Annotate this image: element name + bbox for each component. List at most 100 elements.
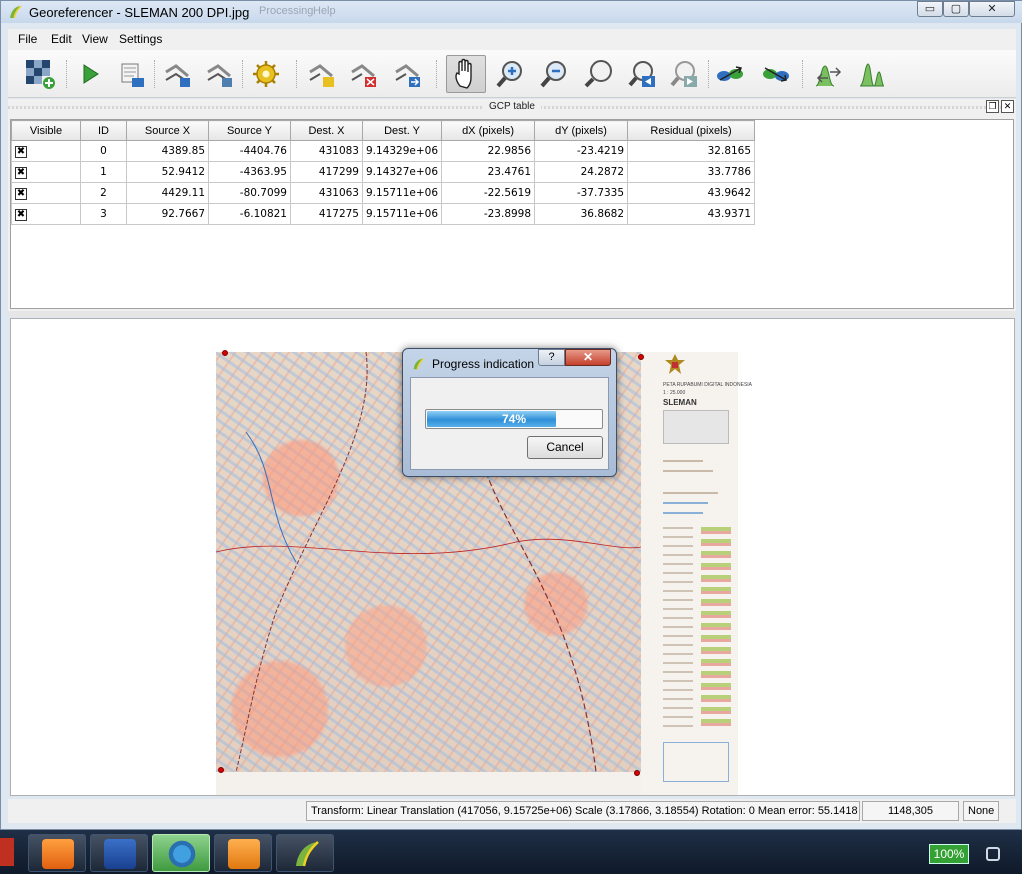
- column-header-source-x[interactable]: Source X: [126, 120, 209, 141]
- gcp-marker[interactable]: [634, 770, 640, 776]
- zoom-next-icon[interactable]: [668, 58, 700, 90]
- maximize-button[interactable]: ▢: [943, 1, 969, 17]
- cell-id[interactable]: 1: [80, 161, 127, 183]
- cell-residual: 43.9371: [627, 203, 756, 225]
- cell-dx: -22.5619: [441, 182, 536, 204]
- save-gcp-icon[interactable]: [204, 58, 236, 90]
- table-row[interactable]: ✖ 2 4429.11 -80.7099 431063 9.15711e+06 …: [11, 182, 756, 204]
- map-sheet-name: SLEMAN: [663, 398, 697, 407]
- zoom-last-icon[interactable]: [626, 58, 658, 90]
- qgis-icon: [296, 841, 319, 867]
- map-legend-strip: PETA RUPABUMI DIGITAL INDONESIA 1 : 25.0…: [641, 352, 752, 795]
- cell-dest-y[interactable]: 9.14327e+06: [361, 161, 443, 183]
- zoom-to-layer-icon[interactable]: [582, 58, 614, 90]
- cell-source-x[interactable]: 4389.85: [126, 140, 209, 162]
- cell-source-x[interactable]: 52.9412: [126, 161, 209, 183]
- close-button[interactable]: ✕: [969, 1, 1015, 17]
- gcp-marker[interactable]: [222, 350, 228, 356]
- menu-settings[interactable]: Settings: [119, 32, 162, 46]
- legend-table-box: [663, 742, 729, 782]
- cell-dest-x[interactable]: 417275: [290, 203, 363, 225]
- column-header-dest-x[interactable]: Dest. X: [290, 120, 363, 141]
- full-histogram-stretch-icon[interactable]: [812, 58, 844, 90]
- visible-checkbox[interactable]: ✖: [15, 187, 27, 200]
- link-georef-to-qgis-icon[interactable]: [714, 58, 746, 90]
- cell-dest-x[interactable]: 431083: [290, 140, 363, 162]
- cell-dest-y[interactable]: 9.14329e+06: [361, 140, 443, 162]
- table-row[interactable]: ✖ 3 92.7667 -6.10821 417275 9.15711e+06 …: [11, 203, 756, 225]
- transformation-settings-icon[interactable]: [250, 58, 282, 90]
- cell-dest-y[interactable]: 9.15711e+06: [361, 182, 443, 204]
- column-header-dy[interactable]: dY (pixels): [534, 120, 629, 141]
- cell-id[interactable]: 3: [80, 203, 127, 225]
- crs-button[interactable]: None: [963, 801, 999, 821]
- column-header-source-y[interactable]: Source Y: [208, 120, 291, 141]
- status-bar: Transform: Linear Translation (417056, 9…: [8, 799, 1016, 823]
- cell-dest-x[interactable]: 431063: [290, 182, 363, 204]
- word-icon: [104, 839, 136, 869]
- taskbar-uc-browser[interactable]: [28, 834, 86, 872]
- legend-symbols-left: [663, 527, 693, 727]
- dock-float-button[interactable]: ❐: [986, 100, 999, 113]
- load-gcp-icon[interactable]: [162, 58, 194, 90]
- dock-title-bar[interactable]: GCP table: [8, 99, 1016, 115]
- cell-source-x[interactable]: 4429.11: [126, 182, 209, 204]
- table-row[interactable]: ✖ 0 4389.85 -4404.76 431083 9.14329e+06 …: [11, 140, 756, 162]
- pan-button[interactable]: [446, 55, 486, 93]
- cell-id[interactable]: 0: [80, 140, 127, 162]
- delete-point-icon[interactable]: [348, 58, 380, 90]
- cell-source-y[interactable]: -80.7099: [208, 182, 291, 204]
- table-header-row: Visible ID Source X Source Y Dest. X Des…: [11, 120, 756, 141]
- column-header-residual[interactable]: Residual (pixels): [627, 120, 756, 141]
- cell-source-y[interactable]: -4363.95: [208, 161, 291, 183]
- dialog-close-button[interactable]: ✕: [565, 349, 611, 366]
- legend-line: [663, 492, 718, 494]
- network-icon[interactable]: [986, 847, 1000, 861]
- start-georeferencing-icon[interactable]: [74, 58, 106, 90]
- float-icon: ❐: [988, 101, 997, 111]
- add-point-icon[interactable]: [306, 58, 338, 90]
- visible-checkbox[interactable]: ✖: [15, 145, 27, 158]
- generate-script-icon[interactable]: [116, 58, 148, 90]
- gcp-table[interactable]: Visible ID Source X Source Y Dest. X Des…: [10, 119, 1014, 309]
- local-histogram-stretch-icon[interactable]: [856, 58, 888, 90]
- cell-source-x[interactable]: 92.7667: [126, 203, 209, 225]
- menu-view[interactable]: View: [82, 32, 108, 46]
- minimize-button[interactable]: ▭: [917, 1, 943, 17]
- visible-checkbox[interactable]: ✖: [15, 166, 27, 179]
- column-header-visible[interactable]: Visible: [11, 120, 81, 141]
- qgis-icon: [10, 5, 22, 19]
- menu-edit[interactable]: Edit: [51, 32, 72, 46]
- cell-source-y[interactable]: -4404.76: [208, 140, 291, 162]
- dock-close-button[interactable]: ✕: [1001, 100, 1014, 113]
- gcp-marker[interactable]: [638, 354, 644, 360]
- help-button[interactable]: ?: [538, 349, 565, 366]
- taskbar-download-manager[interactable]: [152, 834, 210, 872]
- cell-dest-x[interactable]: 417299: [290, 161, 363, 183]
- gcp-grid: Visible ID Source X Source Y Dest. X Des…: [11, 120, 756, 225]
- cell-dest-y[interactable]: 9.15711e+06: [361, 203, 443, 225]
- zoom-out-icon[interactable]: [538, 58, 570, 90]
- link-qgis-to-georef-icon[interactable]: [760, 58, 792, 90]
- cancel-button[interactable]: Cancel: [527, 436, 603, 459]
- title-bar[interactable]: Georeferencer - SLEMAN 200 DPI.jpg Proce…: [1, 1, 1022, 23]
- column-header-dest-y[interactable]: Dest. Y: [361, 120, 443, 141]
- menu-file[interactable]: File: [18, 32, 37, 46]
- column-header-id[interactable]: ID: [80, 120, 127, 141]
- taskbar-pdf[interactable]: [214, 834, 272, 872]
- column-header-dx[interactable]: dX (pixels): [441, 120, 536, 141]
- taskbar-word[interactable]: [90, 834, 148, 872]
- taskbar-qgis[interactable]: [276, 834, 334, 872]
- visible-checkbox[interactable]: ✖: [15, 208, 27, 221]
- open-raster-icon[interactable]: [24, 58, 56, 90]
- start-button-edge[interactable]: [0, 838, 14, 866]
- move-point-icon[interactable]: [392, 58, 424, 90]
- gcp-marker[interactable]: [218, 767, 224, 773]
- zoom-in-icon[interactable]: [494, 58, 526, 90]
- cell-id[interactable]: 2: [80, 182, 127, 204]
- battery-indicator[interactable]: 100%: [929, 844, 969, 864]
- taskbar: 100%: [0, 830, 1022, 874]
- cell-source-y[interactable]: -6.10821: [208, 203, 291, 225]
- table-row[interactable]: ✖ 1 52.9412 -4363.95 417299 9.14327e+06 …: [11, 161, 756, 183]
- dock-splitter[interactable]: [8, 311, 1016, 317]
